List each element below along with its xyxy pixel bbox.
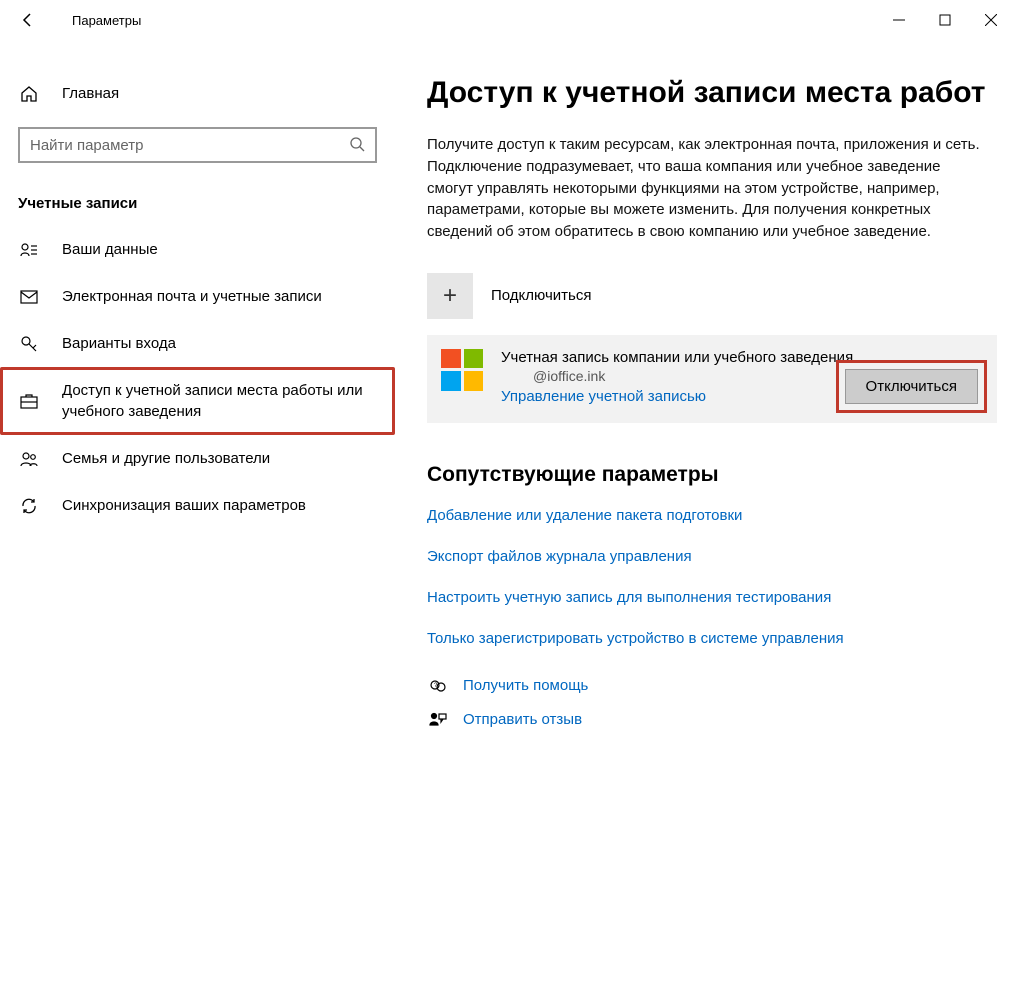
sidebar-home[interactable]: Главная <box>0 70 395 117</box>
search-input[interactable] <box>30 137 349 154</box>
maximize-icon <box>939 14 951 26</box>
titlebar: Параметры <box>0 0 1014 40</box>
sidebar-item-family[interactable]: Семья и другие пользователи <box>0 435 395 482</box>
help-link-row[interactable]: ? Получить помощь <box>427 677 1014 695</box>
sidebar-item-label: Доступ к учетной записи места работы или… <box>62 380 377 422</box>
close-button[interactable] <box>968 0 1014 40</box>
arrow-left-icon <box>20 12 36 28</box>
search-icon <box>349 136 365 155</box>
home-icon <box>18 85 40 103</box>
sync-icon <box>18 497 40 515</box>
back-button[interactable] <box>8 0 48 40</box>
related-link-register[interactable]: Только зарегистрировать устройство в сис… <box>427 630 1014 647</box>
minimize-button[interactable] <box>876 0 922 40</box>
sidebar-item-label: Семья и другие пользователи <box>62 448 270 469</box>
plus-icon: + <box>427 273 473 319</box>
help-icon: ? <box>427 677 449 695</box>
disconnect-button[interactable]: Отключиться <box>845 369 978 404</box>
account-card[interactable]: Учетная запись компании или учебного зав… <box>427 335 997 423</box>
close-icon <box>985 14 997 26</box>
main: Главная Учетные записи Ваши данные Элект… <box>0 40 1014 984</box>
sidebar-item-label: Ваши данные <box>62 239 158 260</box>
feedback-link-row[interactable]: Отправить отзыв <box>427 711 1014 728</box>
sidebar: Главная Учетные записи Ваши данные Элект… <box>0 40 395 984</box>
search-box[interactable] <box>18 127 377 163</box>
sidebar-item-your-info[interactable]: Ваши данные <box>0 226 395 273</box>
sidebar-home-label: Главная <box>62 83 119 104</box>
minimize-icon <box>893 14 905 26</box>
sidebar-item-label: Электронная почта и учетные записи <box>62 286 322 307</box>
sidebar-item-label: Варианты входа <box>62 333 176 354</box>
related-section: Сопутствующие параметры Добавление или у… <box>427 463 1014 647</box>
microsoft-logo-icon <box>441 349 483 391</box>
disconnect-highlight: Отключиться <box>836 360 987 413</box>
connect-label: Подключиться <box>491 287 591 304</box>
key-icon <box>18 335 40 353</box>
related-heading: Сопутствующие параметры <box>427 463 1014 487</box>
maximize-button[interactable] <box>922 0 968 40</box>
sidebar-section-header: Учетные записи <box>0 183 395 226</box>
help-link-text: Получить помощь <box>463 677 588 694</box>
related-link-provisioning[interactable]: Добавление или удаление пакета подготовк… <box>427 507 1014 524</box>
sidebar-item-sync[interactable]: Синхронизация ваших параметров <box>0 482 395 529</box>
mail-icon <box>18 290 40 304</box>
sidebar-item-label: Синхронизация ваших параметров <box>62 495 306 516</box>
related-link-export[interactable]: Экспорт файлов журнала управления <box>427 548 1014 565</box>
search-wrap <box>0 127 395 163</box>
sidebar-item-workaccess[interactable]: Доступ к учетной записи места работы или… <box>0 367 395 435</box>
page-title: Доступ к учетной записи места работ <box>427 76 1014 110</box>
feedback-icon <box>427 711 449 727</box>
connect-row[interactable]: + Подключиться <box>427 273 1014 319</box>
feedback-link-text: Отправить отзыв <box>463 711 582 728</box>
people-icon <box>18 451 40 467</box>
related-link-testaccount[interactable]: Настроить учетную запись для выполнения … <box>427 589 1014 606</box>
sidebar-item-email[interactable]: Электронная почта и учетные записи <box>0 273 395 320</box>
person-card-icon <box>18 242 40 258</box>
window-title: Параметры <box>72 13 141 28</box>
sidebar-item-signin[interactable]: Варианты входа <box>0 320 395 367</box>
footer-links: ? Получить помощь Отправить отзыв <box>427 677 1014 728</box>
briefcase-icon <box>18 393 40 409</box>
content: Доступ к учетной записи места работ Полу… <box>395 40 1014 984</box>
page-description: Получите доступ к таким ресурсам, как эл… <box>427 134 987 243</box>
